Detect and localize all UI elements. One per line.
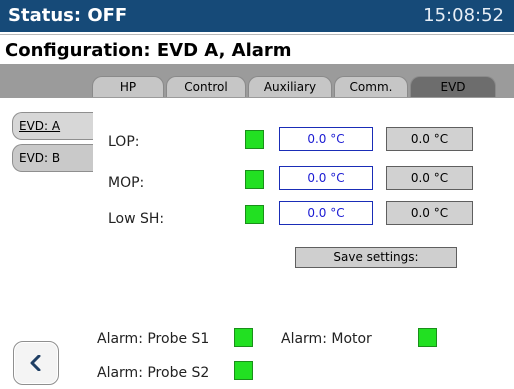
- side-tab-label: EVD: A: [19, 119, 61, 133]
- alarm-probe-s1-led: [234, 328, 253, 347]
- page-title: Configuration: EVD A, Alarm: [5, 40, 292, 61]
- top-tabs: HP Control Auxiliary Comm. EVD: [0, 64, 514, 98]
- status-bar: Status: OFF 15:08:52: [0, 0, 514, 32]
- mop-input[interactable]: 0.0 °C: [279, 166, 373, 190]
- lop-label: LOP:: [108, 134, 140, 150]
- low-sh-status-led: [245, 205, 264, 224]
- lop-readout: 0.0 °C: [386, 127, 473, 151]
- tab-evd[interactable]: EVD: [410, 76, 496, 97]
- low-sh-label: Low SH:: [108, 211, 165, 227]
- back-button[interactable]: [13, 341, 59, 385]
- mop-label: MOP:: [108, 175, 145, 191]
- low-sh-input[interactable]: 0.0 °C: [279, 201, 373, 225]
- tab-hp[interactable]: HP: [92, 76, 164, 97]
- save-settings-button[interactable]: Save settings:: [295, 247, 457, 268]
- side-tab-evd-a[interactable]: EVD: A: [12, 112, 93, 140]
- alarm-motor-label: Alarm: Motor: [281, 331, 372, 347]
- alarm-probe-s1-label: Alarm: Probe S1: [97, 331, 210, 347]
- alarm-probe-s2-label: Alarm: Probe S2: [97, 365, 210, 381]
- mop-status-led: [245, 170, 264, 189]
- tab-control[interactable]: Control: [166, 76, 246, 97]
- low-sh-readout: 0.0 °C: [386, 201, 473, 225]
- tab-auxiliary[interactable]: Auxiliary: [248, 76, 332, 97]
- chevron-left-icon: [30, 355, 41, 371]
- tab-comm[interactable]: Comm.: [334, 76, 408, 97]
- config-header: Configuration: EVD A, Alarm: [0, 34, 514, 65]
- lop-status-led: [245, 130, 264, 149]
- side-tab-evd-b[interactable]: EVD: B: [12, 144, 93, 172]
- side-tab-label: EVD: B: [19, 151, 61, 165]
- alarm-probe-s2-led: [234, 361, 253, 380]
- clock-time: 15:08:52: [423, 5, 504, 26]
- alarm-motor-led: [418, 328, 437, 347]
- mop-readout: 0.0 °C: [386, 166, 473, 190]
- lop-input[interactable]: 0.0 °C: [279, 127, 373, 151]
- status-text: Status: OFF: [8, 5, 128, 26]
